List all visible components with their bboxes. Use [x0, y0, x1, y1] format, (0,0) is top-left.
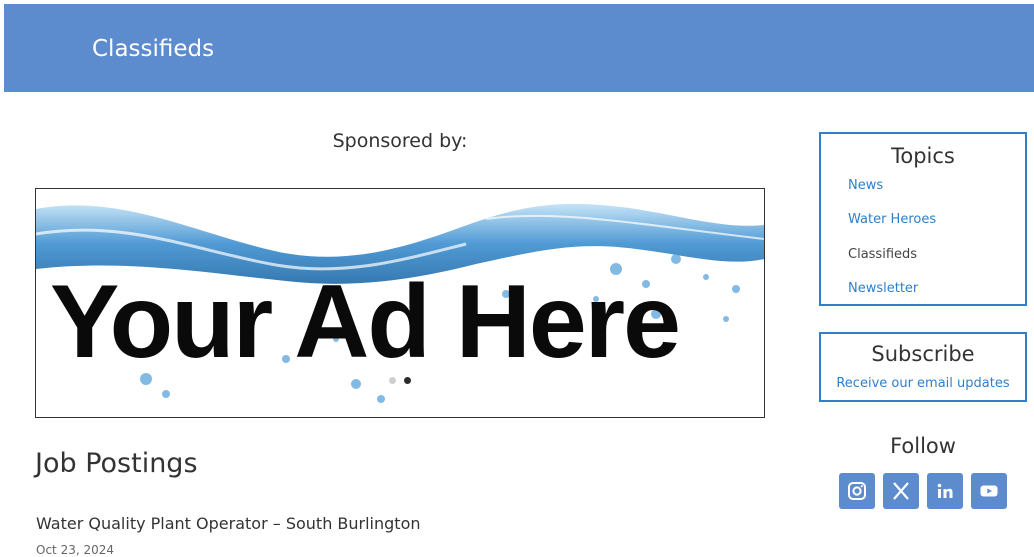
- x-button[interactable]: [883, 473, 919, 509]
- linkedin-button[interactable]: [927, 473, 963, 509]
- ad-banner[interactable]: Your Ad Here: [35, 188, 765, 418]
- subscribe-link[interactable]: Receive our email updates: [821, 376, 1025, 391]
- carousel-dot-active[interactable]: [404, 377, 411, 384]
- subscribe-widget: Subscribe Receive our email updates: [819, 332, 1027, 402]
- page-title: Classifieds: [92, 36, 215, 62]
- topics-title: Topics: [891, 144, 955, 168]
- x-icon: [893, 482, 909, 500]
- instagram-button[interactable]: [839, 473, 875, 509]
- subscribe-title: Subscribe: [871, 342, 975, 366]
- linkedin-icon: [937, 483, 953, 498]
- site-header: Classifieds: [4, 4, 1034, 92]
- carousel-dots: [389, 377, 411, 384]
- topics-widget: Topics News Water Heroes Classifieds New…: [819, 132, 1027, 306]
- job-postings-heading: Job Postings: [35, 448, 198, 479]
- topic-link-newsletter[interactable]: Newsletter: [848, 281, 918, 296]
- sponsored-label: Sponsored by:: [332, 130, 468, 152]
- carousel-dot[interactable]: [389, 377, 396, 384]
- instagram-icon: [848, 482, 866, 500]
- youtube-button[interactable]: [971, 473, 1007, 509]
- topic-link-classifieds[interactable]: Classifieds: [848, 247, 917, 262]
- follow-title: Follow: [890, 434, 956, 458]
- topic-link-water-heroes[interactable]: Water Heroes: [848, 212, 936, 227]
- ad-headline: Your Ad Here: [50, 264, 681, 380]
- job-posting-title[interactable]: Water Quality Plant Operator – South Bur…: [36, 514, 421, 533]
- topic-link-news[interactable]: News: [848, 178, 883, 193]
- youtube-icon: [980, 485, 998, 497]
- job-posting-date: Oct 23, 2024: [36, 543, 114, 557]
